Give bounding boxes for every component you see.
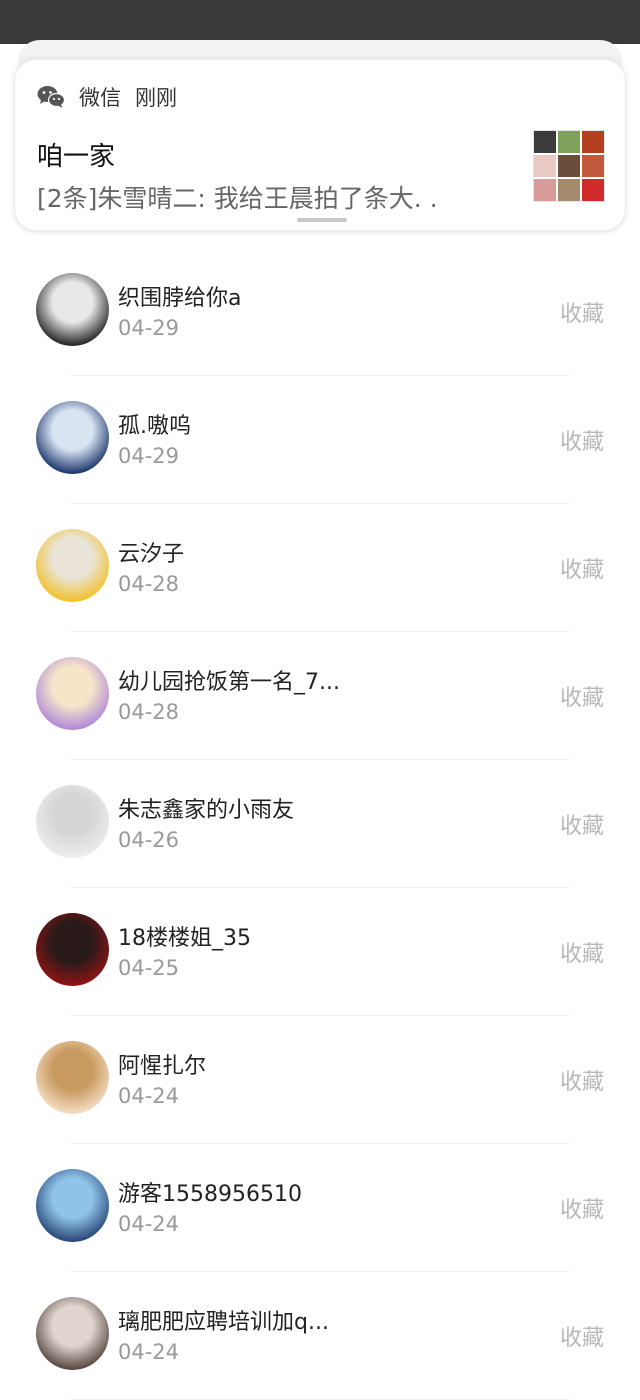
list-item[interactable]: 云汐子 04-28 收藏 [0, 504, 640, 632]
list-item-name: 阿惺扎尔 [118, 1054, 207, 1079]
avatar[interactable] [36, 401, 109, 474]
list-item-name: 幼儿园抢饭第一名_7... [118, 670, 340, 695]
list-item-date: 04-26 [118, 828, 180, 852]
list-item-date: 04-24 [118, 1212, 180, 1236]
list-item-date: 04-28 [118, 700, 180, 724]
list-item[interactable]: 璃肥肥应聘培训加q... 04-24 收藏 [0, 1272, 640, 1400]
list-item-name: 18楼楼姐_35 [118, 926, 251, 951]
wechat-notification-banner[interactable]: 微信 刚刚 咱一家 [2条]朱雪晴二: 我给王晨拍了条大. . [14, 59, 626, 231]
list-item-date: 04-24 [118, 1084, 180, 1108]
list-item-name: 云汐子 [118, 542, 185, 567]
list-item-name: 孤.嗷呜 [118, 414, 191, 439]
list-item-date: 04-28 [118, 572, 180, 596]
collect-button[interactable]: 收藏 [560, 680, 604, 712]
list-item-date: 04-25 [118, 956, 180, 980]
list-item[interactable]: 18楼楼姐_35 04-25 收藏 [0, 888, 640, 1016]
list-item[interactable]: 游客1558956510 04-24 收藏 [0, 1144, 640, 1272]
notification-title: 咱一家 [37, 142, 116, 172]
list-item-date: 04-29 [118, 316, 180, 340]
avatar[interactable] [36, 913, 109, 986]
list-item[interactable]: 织围脖给你a 04-29 收藏 [0, 248, 640, 376]
collect-button[interactable]: 收藏 [560, 424, 604, 456]
avatar[interactable] [36, 657, 109, 730]
avatar[interactable] [36, 273, 109, 346]
notification-drag-handle[interactable] [297, 218, 347, 222]
wechat-icon [37, 86, 65, 108]
collect-button[interactable]: 收藏 [560, 552, 604, 584]
follower-list: 织围脖给你a 04-29 收藏 孤.嗷呜 04-29 收藏 云汐子 04-28 收藏 幼儿园抢饭第… [0, 248, 640, 1400]
avatar[interactable] [36, 1169, 109, 1242]
notification-header: 微信 刚刚 [37, 82, 177, 112]
list-item-date: 04-29 [118, 444, 180, 468]
list-item[interactable]: 孤.嗷呜 04-29 收藏 [0, 376, 640, 504]
avatar[interactable] [36, 529, 109, 602]
collect-button[interactable]: 收藏 [560, 1192, 604, 1224]
collect-button[interactable]: 收藏 [560, 296, 604, 328]
avatar[interactable] [36, 785, 109, 858]
list-item-name: 朱志鑫家的小雨友 [118, 798, 295, 823]
avatar[interactable] [36, 1041, 109, 1114]
collect-button[interactable]: 收藏 [560, 808, 604, 840]
collect-button[interactable]: 收藏 [560, 1320, 604, 1352]
collect-button[interactable]: 收藏 [560, 936, 604, 968]
notification-body: [2条]朱雪晴二: 我给王晨拍了条大. . [37, 184, 438, 213]
list-item-name: 游客1558956510 [118, 1182, 302, 1207]
notification-time: 刚刚 [135, 86, 177, 110]
photo-grid-thumbnail [533, 130, 605, 202]
collect-button[interactable]: 收藏 [560, 1064, 604, 1096]
status-bar [0, 0, 640, 44]
list-item-date: 04-24 [118, 1340, 180, 1364]
avatar[interactable] [36, 1297, 109, 1370]
list-item[interactable]: 幼儿园抢饭第一名_7... 04-28 收藏 [0, 632, 640, 760]
list-item[interactable]: 阿惺扎尔 04-24 收藏 [0, 1016, 640, 1144]
list-item[interactable]: 朱志鑫家的小雨友 04-26 收藏 [0, 760, 640, 888]
list-item-name: 璃肥肥应聘培训加q... [118, 1310, 329, 1335]
notification-app-name: 微信 [79, 86, 121, 110]
list-item-name: 织围脖给你a [118, 286, 242, 311]
